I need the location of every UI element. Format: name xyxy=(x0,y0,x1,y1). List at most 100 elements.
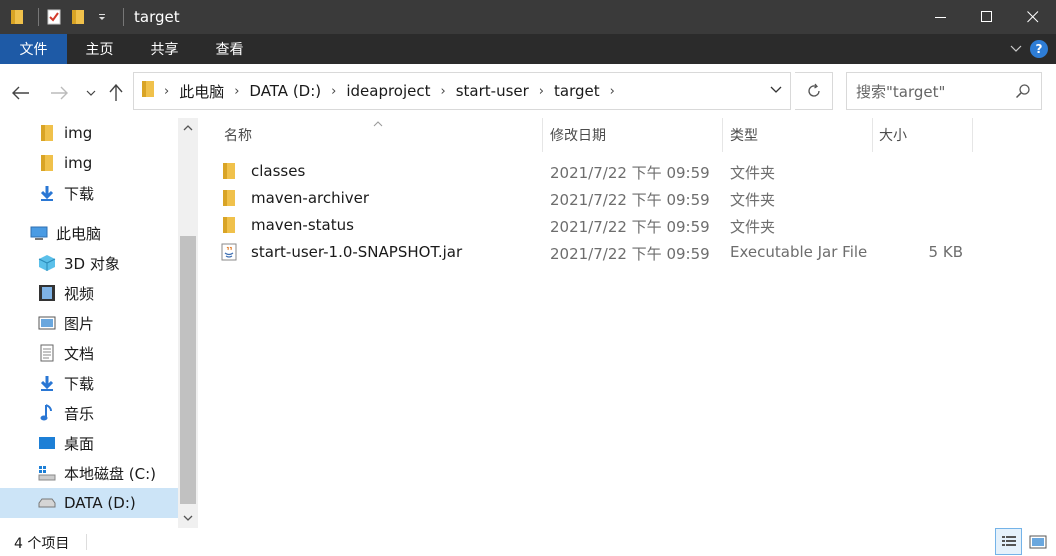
large-icons-view-button[interactable] xyxy=(1024,528,1051,555)
nav-item-label: 本地磁盘 (C:) xyxy=(64,464,156,483)
table-row[interactable]: classes 2021/7/22 下午 09:59 文件夹 xyxy=(220,158,980,185)
nav-item-3d-objects[interactable]: 3D 对象 xyxy=(0,248,178,278)
jar-file-icon xyxy=(220,243,238,261)
quick-access-toolbar xyxy=(0,0,130,34)
details-view-button[interactable] xyxy=(995,528,1022,555)
nav-item-downloads[interactable]: 下载 xyxy=(0,368,178,398)
file-type: 文件夹 xyxy=(730,218,776,236)
column-header-size[interactable]: 大小 xyxy=(879,118,907,152)
ribbon-tabs: 文件 主页 共享 查看 ? xyxy=(0,34,1056,64)
address-history-dropdown[interactable] xyxy=(770,83,782,98)
column-divider[interactable] xyxy=(872,118,873,152)
properties-icon[interactable] xyxy=(45,8,63,26)
nav-item-label: 3D 对象 xyxy=(64,254,120,273)
customize-toolbar-icon[interactable] xyxy=(93,8,111,26)
new-folder-icon[interactable] xyxy=(69,8,87,26)
close-button[interactable] xyxy=(1010,0,1056,34)
file-date: 2021/7/22 下午 09:59 xyxy=(550,218,710,236)
window-title: target xyxy=(134,8,180,26)
file-name: maven-status xyxy=(251,216,354,234)
column-divider[interactable] xyxy=(542,118,543,152)
nav-item-desktop[interactable]: 桌面 xyxy=(0,428,178,458)
download-icon xyxy=(38,184,56,202)
tab-view[interactable]: 查看 xyxy=(197,34,262,64)
file-type: 文件夹 xyxy=(730,191,776,209)
table-row[interactable]: maven-status 2021/7/22 下午 09:59 文件夹 xyxy=(220,212,980,239)
nav-item-music[interactable]: 音乐 xyxy=(0,398,178,428)
minimize-button[interactable] xyxy=(918,0,964,34)
help-icon[interactable]: ? xyxy=(1030,40,1048,58)
download-icon xyxy=(38,374,56,392)
scroll-up-button[interactable] xyxy=(178,118,198,138)
file-name: maven-archiver xyxy=(251,189,370,207)
table-row[interactable]: maven-archiver 2021/7/22 下午 09:59 文件夹 xyxy=(220,185,980,212)
3d-objects-icon xyxy=(38,254,56,272)
column-header-name[interactable]: 名称 xyxy=(224,118,252,152)
nav-item-label: 下载 xyxy=(64,374,95,393)
forward-button[interactable] xyxy=(48,82,70,104)
search-placeholder: 搜索"target" xyxy=(856,82,946,101)
scrollbar-thumb[interactable] xyxy=(180,236,196,504)
breadcrumb-start-user[interactable]: start-user xyxy=(456,82,529,100)
nav-item-this-pc[interactable]: 此电脑 xyxy=(0,218,178,248)
desktop-icon xyxy=(38,434,56,452)
up-button[interactable] xyxy=(105,82,127,104)
refresh-button[interactable] xyxy=(795,72,833,110)
address-row: › 此电脑 › DATA (D:) › ideaproject › start-… xyxy=(0,64,1056,120)
column-header-date[interactable]: 修改日期 xyxy=(550,118,606,152)
chevron-right-icon[interactable]: › xyxy=(441,84,446,99)
search-input[interactable]: 搜索"target" xyxy=(846,72,1042,110)
music-icon xyxy=(38,404,56,422)
tab-home[interactable]: 主页 xyxy=(67,34,132,64)
drive-icon xyxy=(38,494,56,512)
tab-share[interactable]: 共享 xyxy=(132,34,197,64)
toolbar-divider xyxy=(38,8,39,26)
recent-locations-button[interactable] xyxy=(80,82,102,104)
window-controls xyxy=(918,0,1056,34)
folder-icon xyxy=(220,162,238,180)
maximize-button[interactable] xyxy=(964,0,1010,34)
folder-icon[interactable] xyxy=(8,8,26,26)
nav-item-label: 文档 xyxy=(64,344,95,363)
nav-item-documents[interactable]: 文档 xyxy=(0,338,178,368)
breadcrumb-target[interactable]: target xyxy=(554,82,600,100)
address-bar[interactable]: › 此电脑 › DATA (D:) › ideaproject › start-… xyxy=(133,72,791,110)
title-bar: target xyxy=(0,0,1056,34)
toolbar-divider xyxy=(123,8,124,26)
nav-item-data-drive[interactable]: DATA (D:) xyxy=(0,488,178,518)
folder-icon xyxy=(38,154,56,172)
back-button[interactable] xyxy=(10,82,32,104)
nav-item-local-disk-c[interactable]: 本地磁盘 (C:) xyxy=(0,458,178,488)
file-date: 2021/7/22 下午 09:59 xyxy=(550,164,710,182)
nav-item-videos[interactable]: 视频 xyxy=(0,278,178,308)
documents-icon xyxy=(38,344,56,362)
search-icon[interactable] xyxy=(1015,83,1031,103)
chevron-right-icon[interactable]: › xyxy=(331,84,336,99)
file-date: 2021/7/22 下午 09:59 xyxy=(550,191,710,209)
nav-item-downloads[interactable]: 下载 xyxy=(0,178,178,208)
ribbon-right-controls: ? xyxy=(1010,34,1048,64)
table-row[interactable]: start-user-1.0-SNAPSHOT.jar 2021/7/22 下午… xyxy=(220,239,980,266)
file-type: 文件夹 xyxy=(730,164,776,182)
chevron-right-icon[interactable]: › xyxy=(234,84,239,99)
column-divider[interactable] xyxy=(972,118,973,152)
expand-ribbon-icon[interactable] xyxy=(1010,41,1022,57)
folder-icon xyxy=(142,81,154,101)
nav-item-img[interactable]: img xyxy=(0,148,178,178)
nav-scrollbar[interactable] xyxy=(178,118,198,528)
breadcrumb-data-drive[interactable]: DATA (D:) xyxy=(249,82,321,100)
breadcrumb-ideaproject[interactable]: ideaproject xyxy=(346,82,430,100)
nav-item-label: 视频 xyxy=(64,284,95,303)
column-header-type[interactable]: 类型 xyxy=(730,118,758,152)
nav-item-pictures[interactable]: 图片 xyxy=(0,308,178,338)
scroll-down-button[interactable] xyxy=(178,508,198,528)
chevron-right-icon[interactable]: › xyxy=(610,84,615,99)
tab-file[interactable]: 文件 xyxy=(0,34,67,64)
nav-item-img[interactable]: img xyxy=(0,118,178,148)
column-divider[interactable] xyxy=(722,118,723,152)
folder-icon xyxy=(220,216,238,234)
nav-item-label: 图片 xyxy=(64,314,95,333)
chevron-right-icon[interactable]: › xyxy=(539,84,544,99)
nav-item-label: 桌面 xyxy=(64,434,95,453)
breadcrumb-this-pc[interactable]: 此电脑 xyxy=(179,81,224,102)
